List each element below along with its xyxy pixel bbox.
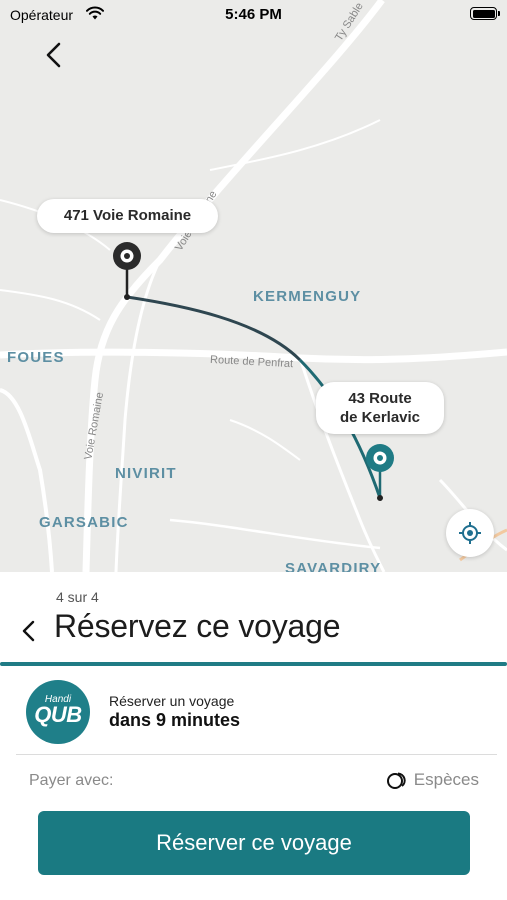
progress-divider [0,662,507,666]
place-garsabic: GARSABIC [39,514,129,531]
step-indicator: 4 sur 4 [56,589,99,605]
book-trip-button[interactable]: Réserver ce voyage [38,811,470,875]
reserve-label: Réserver un voyage [109,693,235,709]
place-foues: FOUES [7,349,65,366]
coins-icon [386,772,406,789]
logo-text-big: QUB [34,702,82,727]
status-bar: Opérateur 5:46 PM [0,0,507,30]
destination-address-line2: de Kerlavic [339,409,421,426]
book-trip-button-label: Réserver ce voyage [156,830,352,855]
origin-label-bubble: 471 Voie Romaine [37,199,218,233]
locate-me-button[interactable] [446,509,494,557]
destination-label-bubble: 43 Route de Kerlavic [316,382,444,434]
payment-method-value: Espèces [413,770,479,789]
handiqub-logo: Handi QUB [26,680,90,744]
place-savardiry: SAVARDIRY [285,560,382,572]
destination-address-line1: 43 Route [348,390,412,407]
divider [16,754,497,755]
booking-sheet: 4 sur 4 Réservez ce voyage Handi QUB Rés… [0,572,507,900]
battery-icon [470,7,500,20]
map-roads [0,0,507,572]
place-kermenguy: KERMENGUY [253,288,362,305]
chevron-left-icon[interactable] [16,616,40,646]
origin-address: 471 Voie Romaine [63,207,192,224]
reserve-time: dans 9 minutes [109,710,241,730]
payment-method-selector[interactable]: Espèces [386,770,479,790]
payment-label: Payer avec: [29,772,114,789]
place-nivirit: NIVIRIT [115,465,177,482]
map-view[interactable]: KERMENGUY FOUES NIVIRIT GARSABIC SAVARDI… [0,0,507,572]
clock-time: 5:46 PM [225,6,282,23]
crosshair-icon [459,522,481,544]
back-arrow-icon[interactable] [38,38,70,72]
page-title: Réservez ce voyage [54,608,341,644]
